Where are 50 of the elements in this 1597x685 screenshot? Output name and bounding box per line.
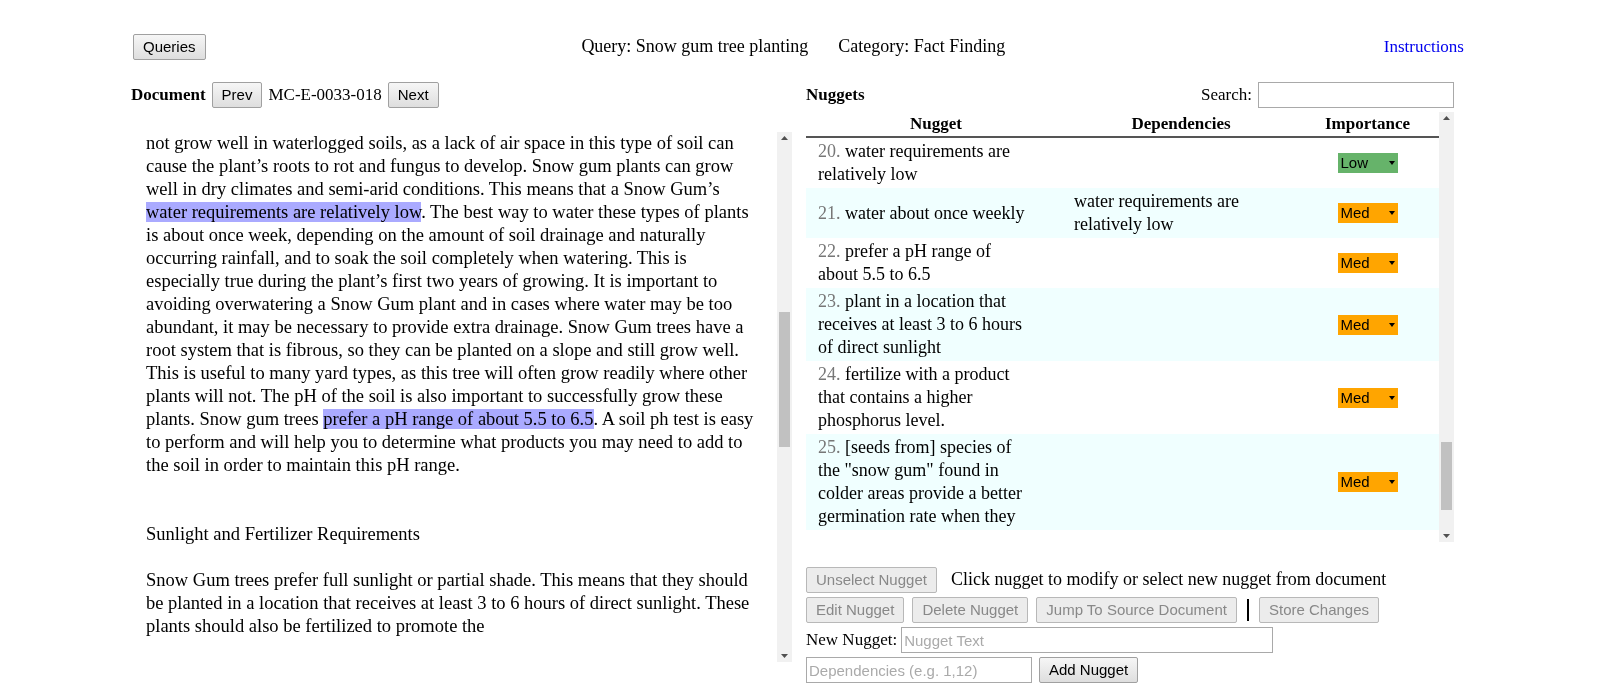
search-label: Search:: [1201, 84, 1252, 107]
caret-icon: [1388, 395, 1395, 400]
nugget-row[interactable]: 25. [seeds from] species of the "snow gum" found in colder areas provide a better germination rate when they Med: [806, 434, 1439, 530]
scroll-up-icon[interactable]: [781, 136, 788, 140]
importance-select[interactable]: Low: [1337, 153, 1398, 173]
queries-button[interactable]: Queries: [133, 33, 206, 60]
scrollbar-thumb[interactable]: [779, 312, 790, 447]
scroll-up-icon[interactable]: [1443, 116, 1450, 120]
importance-select[interactable]: Med: [1337, 387, 1398, 408]
section-heading: Sunlight and Fertilizer Requirements: [146, 523, 421, 546]
add-nugget-button[interactable]: Add Nugget: [1039, 657, 1139, 683]
new-nugget-label: New Nugget:: [806, 629, 898, 652]
importance-select[interactable]: Med: [1337, 472, 1398, 492]
nugget-text: 24. fertilize with a product that contains a higher phosphorus level.: [818, 363, 1011, 432]
importance-select[interactable]: Med: [1337, 314, 1398, 335]
nugget-text: 21. water about once weekly: [818, 201, 1026, 225]
scroll-down-icon[interactable]: [781, 654, 788, 658]
importance-select[interactable]: Med: [1337, 203, 1398, 223]
column-header: Importance: [1324, 113, 1411, 136]
query-title: Query: Snow gum tree planting: [581, 35, 809, 58]
prev-button[interactable]: Prev: [211, 82, 263, 108]
caret-icon: [1388, 322, 1395, 327]
column-header: Nugget: [909, 113, 963, 136]
nugget-input[interactable]: Nugget Text: [901, 627, 1274, 653]
caret-icon: [1388, 261, 1395, 265]
nuggets-label: Nuggets: [806, 84, 865, 107]
document-label: Document: [131, 84, 206, 107]
nugget-row[interactable]: 23. plant in a location that receives at least 3 to 6 hours of direct sunlight Med: [806, 288, 1439, 361]
scroll-down-icon[interactable]: [1443, 534, 1450, 538]
document-paragraph: not grow well in waterlogged soils, as a lack of air space in this type of soil can cause the plant’s roots to rot and fungus to develop. Snow gum plants can grow well in dry climates and semi-arid conditions. This means that a Snow Gum’s water requirements are relatively low. The best way to water these types of plants is about once week, depending on the amount of soil drainage and naturally occurring rainfall, and to soak the soil completely when watering. This is especially true during the plant’s first two years of growing. It is important to avoiding overwatering a Snow Gum plant and in cases where water may be too abundant, it may be necessary to provide extra drainage. Snow Gum trees have a root system that is fibrous, so they can be planted on a slope and still grow well. This is useful to many yard types, as this tree will often grow readily where other plants will not. The pH of the soil is also important to successfully grow these plants. Snow gum trees prefer a pH range of about 5.5 to 6.5. A soil ph test is easy to perform and will help you to determine what products you may need to add to the soil in order to maintain this pH range.: [146, 132, 755, 477]
document-id: MC-E-0033-018: [268, 84, 382, 107]
nugget-row[interactable]: 21. water about once weekly water requirements are relatively low Med: [806, 188, 1439, 238]
scrollbar[interactable]: [1439, 112, 1454, 542]
scrollbar[interactable]: [777, 132, 792, 662]
scrollbar-thumb[interactable]: [1441, 442, 1452, 510]
instructions-link[interactable]: Instructions: [1383, 33, 1464, 60]
nugget-text: 25. [seeds from] species of the "snow gum" found in colder areas provide a better germination rate when they: [818, 436, 1023, 528]
search-field[interactable]: [1258, 82, 1454, 108]
dependency-text: water requirements are relatively low: [1074, 190, 1240, 236]
caret-icon: [1388, 480, 1395, 484]
next-button[interactable]: Next: [387, 82, 439, 108]
dependencies-input[interactable]: Dependencies (e.g. 1,12): [806, 657, 1032, 683]
importance-select[interactable]: Med: [1337, 253, 1398, 273]
caret-icon: [1388, 161, 1395, 165]
nugget-text: 20. water requirements are relatively low: [818, 140, 1011, 186]
document-paragraph: Snow Gum trees prefer full sunlight or partial shade. This means that they should be planted in a location that receives at least 3 to 6 hours of direct sunlight. These plants should also be fertilized to promote the: [146, 569, 751, 638]
caret-icon: [1388, 211, 1395, 215]
hint-text: Click nugget to modify or select new nugget from document: [950, 568, 1387, 591]
column-header: Dependencies: [1130, 113, 1232, 136]
category-label: Category: Fact Finding: [838, 35, 1006, 58]
